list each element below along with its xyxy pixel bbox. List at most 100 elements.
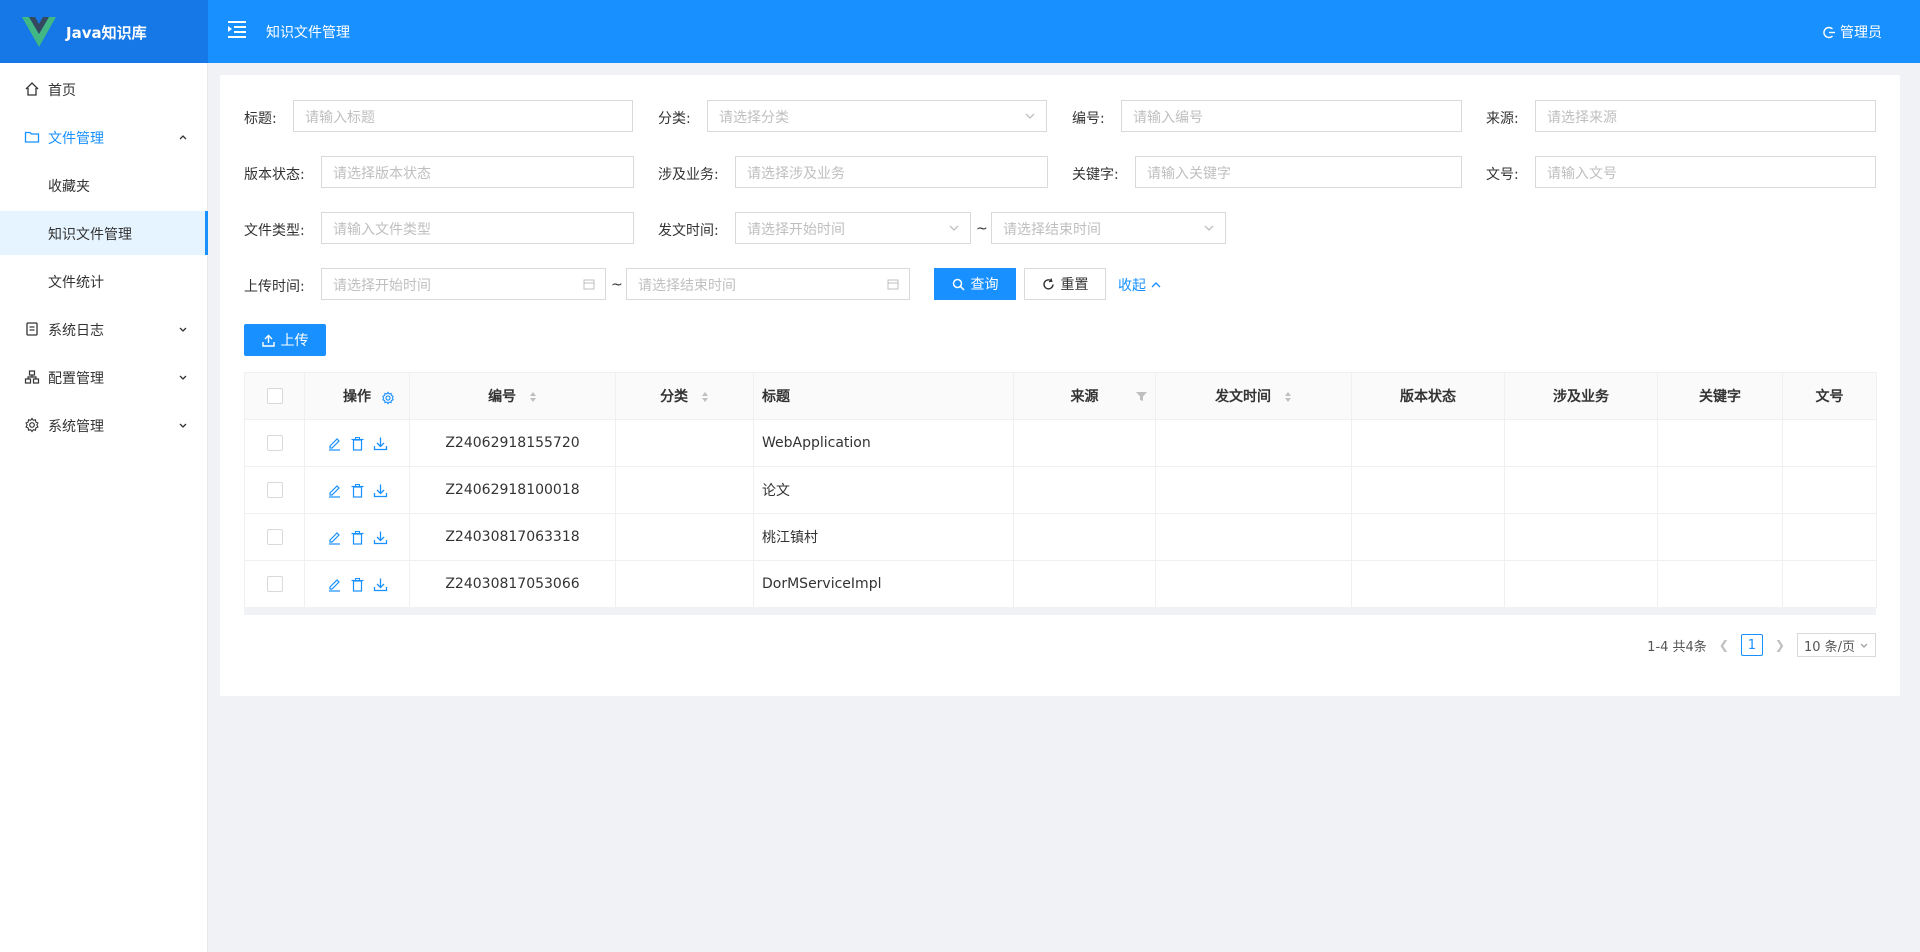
row-checkbox[interactable] (266, 576, 283, 592)
pubtime-end-select[interactable]: 请选择结束时间 (991, 212, 1226, 244)
column-header-title: 标题 (753, 372, 1014, 420)
search-icon (952, 278, 965, 291)
business-label: 涉及业务: (658, 167, 719, 183)
download-icon[interactable] (373, 436, 388, 451)
download-icon[interactable] (373, 483, 388, 498)
cell-version (1351, 560, 1505, 608)
cell-pubtime (1155, 513, 1352, 561)
row-checkbox[interactable] (266, 435, 283, 451)
log-icon (26, 322, 38, 336)
uploadtime-end-picker[interactable]: 请选择结束时间 (626, 268, 910, 300)
row-checkbox[interactable] (266, 529, 283, 545)
delete-icon[interactable] (350, 530, 365, 545)
source-select[interactable]: 请选择来源 (1535, 100, 1876, 132)
sidebar-item-label: 知识文件管理 (48, 227, 132, 243)
edit-icon[interactable] (327, 483, 342, 498)
cell-docno (1782, 513, 1877, 561)
sidebar-item-home[interactable]: 首页 (0, 67, 208, 111)
column-header-label: 版本状态 (1400, 389, 1456, 405)
sidebar-item-label: 配置管理 (48, 371, 104, 387)
prev-page-icon[interactable]: ❮ (1719, 638, 1729, 652)
delete-icon[interactable] (350, 436, 365, 451)
upload-button[interactable]: 上传 (244, 324, 326, 356)
reset-button[interactable]: 重置 (1024, 268, 1106, 300)
column-header-actions: 操作 (304, 372, 410, 420)
page-size-select[interactable]: 10 条/页 (1796, 633, 1876, 657)
column-settings-icon[interactable] (381, 391, 395, 405)
number-input[interactable]: 请输入编号 (1121, 100, 1462, 132)
column-header-pubtime[interactable]: 发文时间 (1155, 372, 1352, 420)
row-checkbox[interactable] (266, 482, 283, 498)
next-page-icon[interactable]: ❯ (1775, 638, 1785, 652)
column-header-source: 来源 (1013, 372, 1156, 420)
title-input[interactable]: 请输入标题 (293, 100, 633, 132)
delete-icon[interactable] (350, 483, 365, 498)
chevron-down-icon (179, 423, 187, 428)
cell-number: Z24030817063318 (409, 513, 616, 561)
sort-icon (701, 392, 708, 402)
column-header-version: 版本状态 (1351, 372, 1505, 420)
cell-title[interactable]: 桃江镇村 (753, 513, 1014, 561)
menu-fold-icon[interactable] (226, 18, 248, 40)
version-select[interactable]: 请选择版本状态 (321, 156, 634, 188)
table-row: Z24062918155720 WebApplication (244, 419, 1877, 467)
sidebar-item-system-management[interactable]: 系统管理 (0, 403, 208, 447)
sidebar-item-config[interactable]: 配置管理 (0, 355, 208, 399)
category-select[interactable]: 请选择分类 (707, 100, 1047, 132)
filetype-input[interactable]: 请输入文件类型 (321, 212, 634, 244)
app-name: Java知识库 (66, 24, 147, 42)
column-header-label: 涉及业务 (1553, 389, 1609, 405)
pubtime-start-select[interactable]: 请选择开始时间 (735, 212, 971, 244)
sidebar-item-file-management[interactable]: 文件管理 (0, 115, 208, 159)
upload-icon (261, 334, 275, 347)
cell-category (615, 466, 754, 514)
edit-icon[interactable] (327, 577, 342, 592)
cell-number: Z24062918100018 (409, 466, 616, 514)
select-all-checkbox[interactable] (266, 388, 283, 404)
cell-title[interactable]: DorMServiceImpl (753, 560, 1014, 608)
uploadtime-start-placeholder: 请选择开始时间 (333, 278, 431, 294)
delete-icon[interactable] (350, 577, 365, 592)
cell-keyword (1657, 560, 1783, 608)
cell-pubtime (1155, 560, 1352, 608)
uploadtime-start-picker[interactable]: 请选择开始时间 (321, 268, 606, 300)
cell-number: Z24062918155720 (409, 419, 616, 467)
page-number-button[interactable]: 1 (1740, 634, 1763, 656)
logo-area[interactable]: Java知识库 (0, 0, 208, 63)
cell-source (1013, 513, 1156, 561)
column-header-number[interactable]: 编号 (409, 372, 616, 420)
pubtime-label: 发文时间: (658, 223, 719, 239)
category-label: 分类: (658, 111, 691, 127)
download-icon[interactable] (373, 530, 388, 545)
keyword-input[interactable]: 请输入关键字 (1135, 156, 1462, 188)
cell-title[interactable]: WebApplication (753, 419, 1014, 467)
column-header-category[interactable]: 分类 (615, 372, 754, 420)
query-button[interactable]: 查询 (934, 268, 1016, 300)
collapse-link[interactable]: 收起 (1118, 275, 1162, 295)
table-header-row: 操作 编号 分类 标题 来源 发文时间 版本状态 涉及业务 关键字 文号 (244, 372, 1877, 420)
sidebar-item-knowledge-files[interactable]: 知识文件管理 (0, 211, 208, 255)
source-label: 来源: (1486, 111, 1519, 127)
user-menu[interactable]: 管理员 (1823, 22, 1882, 42)
cell-title[interactable]: 论文 (753, 466, 1014, 514)
edit-icon[interactable] (327, 530, 342, 545)
page-size-value: 10 条/页 (1803, 639, 1855, 655)
sidebar-item-file-stats[interactable]: 文件统计 (0, 259, 208, 303)
sidebar: 首页 文件管理 收藏夹 知识文件管理 文件统计 系统日志 配置管理 系统管理 (0, 63, 208, 952)
filter-icon[interactable] (1136, 391, 1147, 402)
cell-business (1504, 466, 1658, 514)
user-name: 管理员 (1840, 25, 1882, 41)
business-select[interactable]: 请选择涉及业务 (735, 156, 1048, 188)
cell-category (615, 513, 754, 561)
column-header-label: 操作 (343, 389, 371, 405)
sidebar-item-system-log[interactable]: 系统日志 (0, 307, 208, 351)
edit-icon[interactable] (327, 436, 342, 451)
cell-business (1504, 513, 1658, 561)
docno-input[interactable]: 请输入文号 (1535, 156, 1876, 188)
reset-button-label: 重置 (1060, 276, 1089, 292)
table-horizontal-scrollbar[interactable] (244, 607, 1876, 615)
sidebar-item-favorites[interactable]: 收藏夹 (0, 163, 208, 207)
download-icon[interactable] (373, 577, 388, 592)
cell-business (1504, 419, 1658, 467)
chevron-down-icon (1204, 225, 1214, 231)
